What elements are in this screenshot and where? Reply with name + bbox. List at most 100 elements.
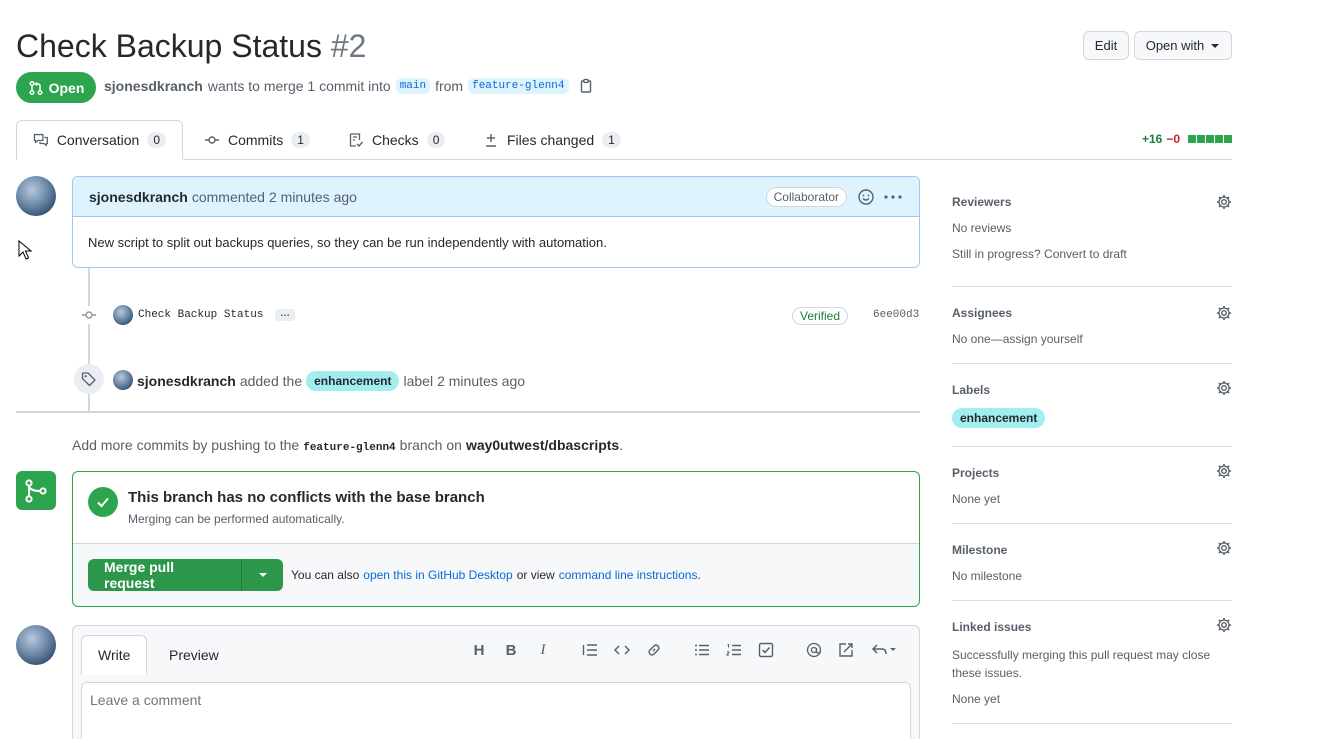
comment-author[interactable]: sjonesdkranch [89, 189, 188, 205]
comment-action: commented [191, 188, 265, 205]
copy-icon[interactable] [578, 78, 594, 94]
ordered-list-icon[interactable] [725, 641, 743, 659]
deletions-count: −0 [1166, 132, 1180, 146]
tab-counter: 1 [291, 132, 310, 148]
projects-heading[interactable]: Projects [952, 466, 1232, 480]
edit-button-label: Edit [1094, 38, 1118, 53]
kebab-horizontal-icon[interactable] [883, 188, 903, 206]
projects-value: None yet [952, 492, 1001, 506]
verified-badge[interactable]: Verified [792, 307, 849, 325]
open-with-button[interactable]: Open with [1134, 31, 1232, 60]
enhancement-label[interactable]: enhancement [306, 371, 400, 391]
commit-avatar[interactable] [113, 305, 133, 325]
comment-header: sjonesdkranch commented 2 minutes ago Co… [73, 177, 919, 217]
also-text: You can also [291, 568, 360, 582]
tab-counter: 1 [602, 132, 621, 148]
mention-icon[interactable] [805, 641, 823, 659]
check-icon [88, 487, 118, 517]
tab-label: Conversation [56, 132, 140, 148]
comment-textarea[interactable]: Leave a comment [81, 682, 911, 739]
cross-reference-icon[interactable] [837, 641, 855, 659]
tab-commits[interactable]: Commits 1 [188, 120, 326, 160]
current-user-avatar[interactable] [16, 625, 56, 665]
smiley-icon[interactable] [857, 188, 875, 206]
command-line-link[interactable]: command line instructions [559, 568, 698, 582]
timeline-separator [16, 411, 920, 413]
or-text: or view [516, 568, 555, 582]
commit-sha[interactable]: 6ee00d3 [873, 309, 919, 321]
sidebar-divider [952, 600, 1232, 601]
tab-conversation[interactable]: Conversation 0 [16, 120, 183, 160]
avatar[interactable] [16, 176, 56, 216]
tab-preview[interactable]: Preview [153, 635, 235, 675]
merge-button-group: Merge pull request [88, 559, 283, 591]
milestone-heading[interactable]: Milestone [952, 543, 1232, 557]
tab-label: Commits [228, 132, 284, 148]
base-branch[interactable]: main [395, 78, 431, 94]
italic-icon[interactable]: I [534, 641, 552, 659]
task-list-icon[interactable] [757, 641, 775, 659]
gear-icon[interactable] [1216, 540, 1232, 556]
comment-body: New script to split out backups queries,… [88, 235, 607, 250]
gear-icon[interactable] [1216, 194, 1232, 210]
gear-icon[interactable] [1216, 380, 1232, 396]
diffstat-bar [1187, 135, 1232, 143]
link-icon[interactable] [645, 641, 663, 659]
assignees-value[interactable]: No one—assign yourself [952, 332, 1232, 346]
edit-button[interactable]: Edit [1083, 31, 1129, 60]
tab-files-changed[interactable]: Files changed 1 [467, 120, 637, 160]
expand-commit-button[interactable]: … [275, 309, 295, 321]
commit-dot-icon [80, 306, 98, 324]
merge-subtitle: Merging can be performed automatically. [128, 512, 345, 526]
status-text: Open [48, 79, 85, 96]
merge-text: wants to merge 1 commit into [207, 78, 391, 94]
comment-time[interactable]: 2 minutes ago [269, 189, 357, 205]
mouse-cursor-icon [18, 240, 32, 260]
merge-alternatives: You can also open this in GitHub Desktop… [291, 568, 701, 582]
reviewers-heading[interactable]: Reviewers [952, 195, 1232, 209]
sidebar-enhancement-label[interactable]: enhancement [952, 408, 1046, 428]
linked-issues-heading[interactable]: Linked issues [952, 620, 1232, 634]
label-event-avatar[interactable] [113, 370, 133, 390]
gear-icon[interactable] [1216, 463, 1232, 479]
push-hint-period: . [619, 437, 624, 453]
repo-link[interactable]: way0utwest/dbascripts [466, 437, 619, 453]
merge-method-dropdown[interactable] [242, 559, 283, 591]
sidebar-divider [952, 363, 1232, 364]
caret-down-icon [1211, 43, 1220, 48]
push-hint-branch: feature-glenn4 [303, 442, 396, 454]
gear-icon[interactable] [1216, 617, 1232, 633]
tab-counter: 0 [147, 132, 166, 148]
assignees-heading[interactable]: Assignees [952, 306, 1232, 320]
commit-message[interactable]: Check Backup Status [138, 309, 263, 321]
code-icon[interactable] [613, 641, 631, 659]
diffstat: +16 −0 [1142, 132, 1232, 146]
gear-icon[interactable] [1216, 305, 1232, 321]
sidebar-divider [952, 286, 1232, 287]
from-text: from [435, 78, 464, 94]
heading-icon[interactable]: H [470, 641, 488, 659]
github-desktop-link[interactable]: open this in GitHub Desktop [363, 568, 512, 582]
convert-to-draft-link[interactable]: Still in progress? Convert to draft [952, 247, 1232, 261]
merge-pull-request-button[interactable]: Merge pull request [88, 559, 242, 591]
checklist-icon [349, 133, 364, 148]
quote-icon[interactable] [581, 641, 599, 659]
head-branch[interactable]: feature-glenn4 [468, 78, 569, 94]
tab-label: Files changed [507, 132, 595, 148]
push-hint-text-2: branch on [399, 437, 462, 453]
saved-replies-icon[interactable] [871, 641, 899, 659]
label-event-time[interactable]: 2 minutes ago [437, 373, 525, 389]
merge-actions: Merge pull request You can also open thi… [73, 544, 919, 606]
tab-write[interactable]: Write [81, 635, 148, 675]
labels-heading[interactable]: Labels [952, 383, 1232, 397]
sidebar-divider [952, 723, 1232, 724]
author-link[interactable]: sjonesdkranch [104, 78, 203, 94]
unordered-list-icon[interactable] [693, 641, 711, 659]
pr-title-text: Check Backup Status [16, 28, 322, 64]
open-with-label: Open with [1145, 38, 1205, 53]
role-badge: Collaborator [765, 186, 847, 207]
bold-icon[interactable]: B [502, 641, 520, 659]
tab-checks[interactable]: Checks 0 [332, 120, 461, 160]
tab-label: Checks [372, 132, 419, 148]
label-event-actor[interactable]: sjonesdkranch [137, 373, 236, 389]
